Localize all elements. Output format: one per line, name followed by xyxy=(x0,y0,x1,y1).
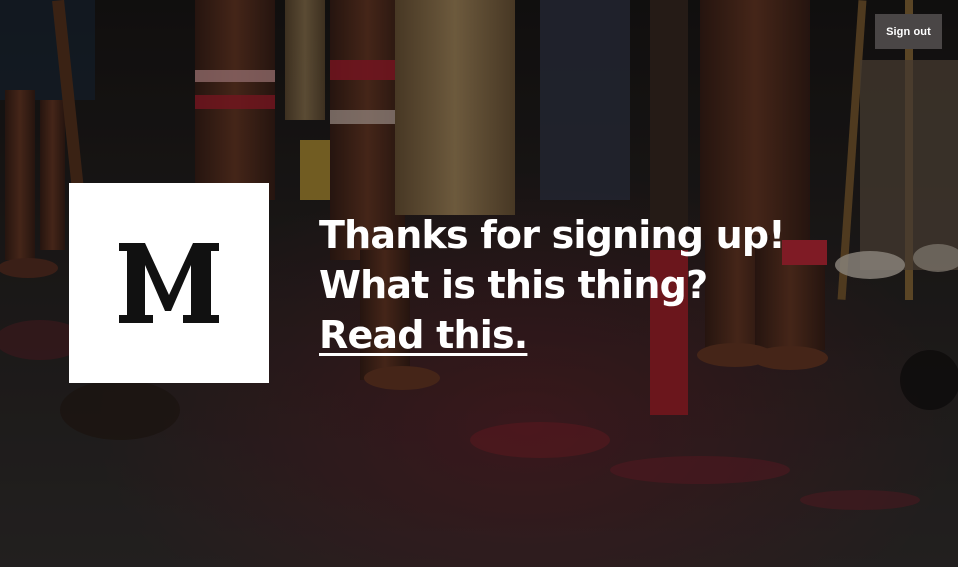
headline-line-1: Thanks for signing up! xyxy=(319,213,786,257)
signup-page: Sign out Thanks for signing up! What is … xyxy=(0,0,958,567)
sign-out-button[interactable]: Sign out xyxy=(875,14,942,49)
logo xyxy=(69,183,269,383)
read-this-link[interactable]: Read this. xyxy=(319,313,528,357)
headline-line-2: What is this thing? xyxy=(319,263,708,307)
headline: Thanks for signing up! What is this thin… xyxy=(319,210,819,360)
m-logo-icon xyxy=(119,243,219,323)
